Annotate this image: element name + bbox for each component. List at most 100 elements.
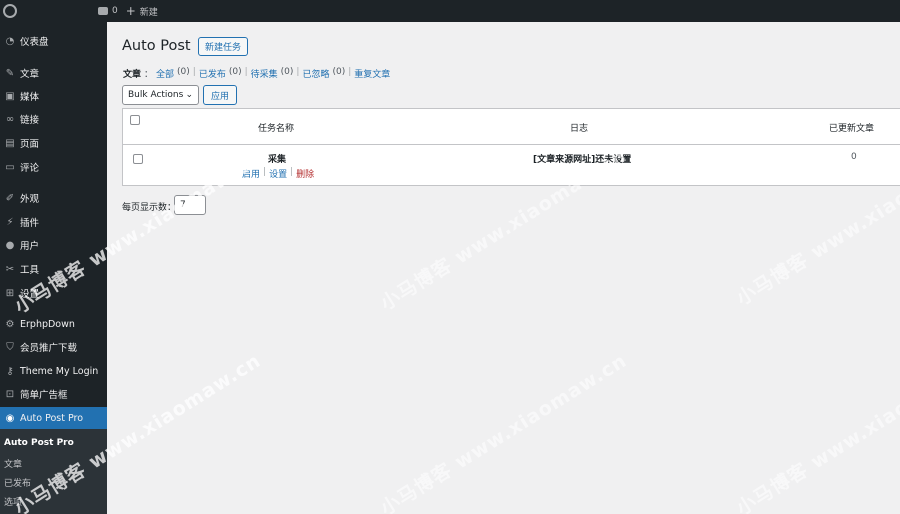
sidebar-item-media[interactable]: ▣ 媒体	[0, 85, 107, 107]
pin-icon: ✎	[5, 67, 15, 79]
sidebar-item-label: 仪表盘	[20, 37, 49, 48]
sidebar-item-label: 外观	[20, 194, 40, 205]
enable-link[interactable]: 启用	[242, 167, 260, 180]
sidebar-item-theme-my-login[interactable]: ⚷ Theme My Login	[0, 360, 107, 382]
table-header: 任务名称 日志 已更新文章	[123, 109, 900, 145]
filter-all-link[interactable]: 全部	[156, 67, 174, 80]
filter-all-count: (0)	[177, 67, 190, 77]
settings-icon: ⊞	[5, 287, 15, 299]
comments-link[interactable]: 0	[98, 6, 118, 16]
sidebar-item-pages[interactable]: ▤ 页面	[0, 132, 107, 154]
new-label: 新建	[139, 7, 158, 18]
link-icon: ∞	[5, 113, 15, 125]
auto-post-submenu: Auto Post Pro 文章 已发布 选项	[0, 429, 107, 514]
select-all-checkbox[interactable]	[130, 115, 140, 125]
sidebar-item-comments[interactable]: ▭ 评论	[0, 156, 107, 178]
delete-link[interactable]: 删除	[296, 167, 314, 180]
column-header-updated: 已更新文章	[829, 124, 875, 134]
chevron-down-icon: ⌄	[185, 90, 193, 100]
sidebar-item-label: 评论	[20, 163, 40, 174]
column-header-log: 日志	[570, 124, 589, 134]
filter-separator: |	[296, 67, 300, 77]
comments-count: 0	[112, 6, 118, 16]
sidebar-item-label: 文章	[20, 69, 40, 80]
sidebar-item-label: ErphpDown	[20, 318, 75, 330]
submenu-item-options[interactable]: 选项	[4, 495, 22, 508]
sidebar-item-label: 工具	[20, 265, 40, 276]
task-name[interactable]: 采集	[268, 152, 286, 165]
post-status-filter: 文章 ： 全部 (0) | 已发布 (0) | 待采集 (0) | 已忽略 (0…	[123, 67, 390, 80]
page-icon: ▤	[5, 137, 15, 149]
main-content: Auto Post 新建任务 文章 ： 全部 (0) | 已发布 (0) | 待…	[107, 22, 900, 514]
submenu-item-auto-post-pro[interactable]: Auto Post Pro	[4, 438, 74, 448]
admin-sidebar: ◔ 仪表盘 ✎ 文章 ▣ 媒体 ∞ 链接 ▤ 页面 ▭ 评论 ✐ 外观 ⚡ 插件…	[0, 22, 107, 514]
admin-bar: 0 + 新建	[0, 0, 900, 22]
sidebar-item-label: 链接	[20, 115, 40, 126]
brush-icon: ✐	[5, 192, 15, 204]
new-content-link[interactable]: + 新建	[126, 5, 158, 18]
wrench-icon: ✂	[5, 263, 15, 275]
filter-separator: |	[348, 67, 352, 77]
sidebar-item-settings[interactable]: ⊞ 设置	[0, 282, 107, 304]
filter-pending-count: (0)	[280, 67, 294, 77]
shield-icon: ⛉	[6, 341, 14, 353]
sidebar-item-users[interactable]: ● 用户	[0, 234, 107, 256]
submenu-item-published[interactable]: 已发布	[4, 476, 31, 489]
download-icon: ⚙	[5, 318, 15, 330]
dashboard-icon: ◔	[5, 35, 15, 47]
ad-icon: ⊡	[5, 388, 15, 400]
sidebar-item-label: Theme My Login	[20, 365, 99, 377]
sidebar-item-posts[interactable]: ✎ 文章	[0, 62, 107, 84]
sidebar-item-label: 用户	[20, 241, 40, 252]
sidebar-item-label: 设置	[20, 289, 40, 300]
action-separator: |	[263, 167, 267, 177]
sidebar-item-label: 会员推广下载	[20, 343, 78, 354]
tasks-table: 任务名称 日志 已更新文章 采集 [文章来源网址]还未设置 0 启用 | 设置 …	[122, 108, 900, 186]
row-checkbox[interactable]	[133, 154, 143, 164]
bulk-actions-value: Bulk Actions	[128, 90, 184, 100]
action-separator: |	[290, 167, 294, 177]
sidebar-item-label: 插件	[20, 218, 40, 229]
sidebar-item-appearance[interactable]: ✐ 外观	[0, 187, 107, 209]
sidebar-item-member-promo[interactable]: ⛉ 会员推广下载	[0, 336, 107, 358]
sidebar-item-label: Auto Post Pro	[20, 412, 84, 424]
new-task-button[interactable]: 新建任务	[198, 37, 249, 56]
task-updated-count: 0	[851, 152, 857, 162]
sidebar-item-plugins[interactable]: ⚡ 插件	[0, 211, 107, 233]
wordpress-logo-icon[interactable]	[0, 0, 20, 22]
plus-icon: +	[125, 4, 136, 18]
sidebar-item-erphpdown[interactable]: ⚙ ErphpDown	[0, 313, 107, 335]
filter-ignored-link[interactable]: 已忽略	[302, 67, 329, 80]
settings-link[interactable]: 设置	[269, 167, 287, 180]
comment-icon: ▭	[5, 161, 15, 173]
filter-label: 文章	[123, 70, 142, 80]
filter-published-link[interactable]: 已发布	[199, 67, 226, 80]
media-icon: ▣	[5, 90, 15, 102]
filter-duplicate-link[interactable]: 重复文章	[354, 67, 390, 80]
per-page-label: 每页显示数：	[122, 203, 177, 213]
column-header-task-name[interactable]: 任务名称	[258, 121, 294, 134]
per-page-input[interactable]: 7	[174, 195, 206, 215]
row-actions: 启用 | 设置 | 删除	[242, 167, 314, 180]
filter-pending-link[interactable]: 待采集	[251, 67, 278, 80]
filter-colon: ：	[144, 70, 154, 80]
sidebar-item-simple-ads[interactable]: ⊡ 简单广告框	[0, 383, 107, 405]
autopost-icon: ◉	[5, 412, 15, 424]
comment-bubble-icon	[98, 7, 108, 15]
page-title: Auto Post	[122, 38, 191, 54]
sidebar-item-label: 媒体	[20, 92, 40, 103]
sidebar-item-links[interactable]: ∞ 链接	[0, 108, 107, 130]
sidebar-item-dashboard[interactable]: ◔ 仪表盘	[0, 30, 107, 52]
filter-separator: |	[244, 67, 248, 77]
task-log: [文章来源网址]还未设置	[533, 155, 632, 165]
plugin-icon: ⚡	[6, 216, 14, 228]
filter-ignored-count: (0)	[332, 67, 346, 77]
apply-button[interactable]: 应用	[203, 85, 237, 105]
submenu-item-posts[interactable]: 文章	[4, 457, 22, 470]
bulk-actions-select[interactable]: Bulk Actions ⌄	[122, 85, 199, 105]
filter-separator: |	[192, 67, 196, 77]
user-icon: ●	[5, 239, 15, 251]
sidebar-item-label: 简单广告框	[20, 390, 68, 401]
sidebar-item-auto-post-pro[interactable]: ◉ Auto Post Pro	[0, 407, 107, 429]
sidebar-item-tools[interactable]: ✂ 工具	[0, 258, 107, 280]
